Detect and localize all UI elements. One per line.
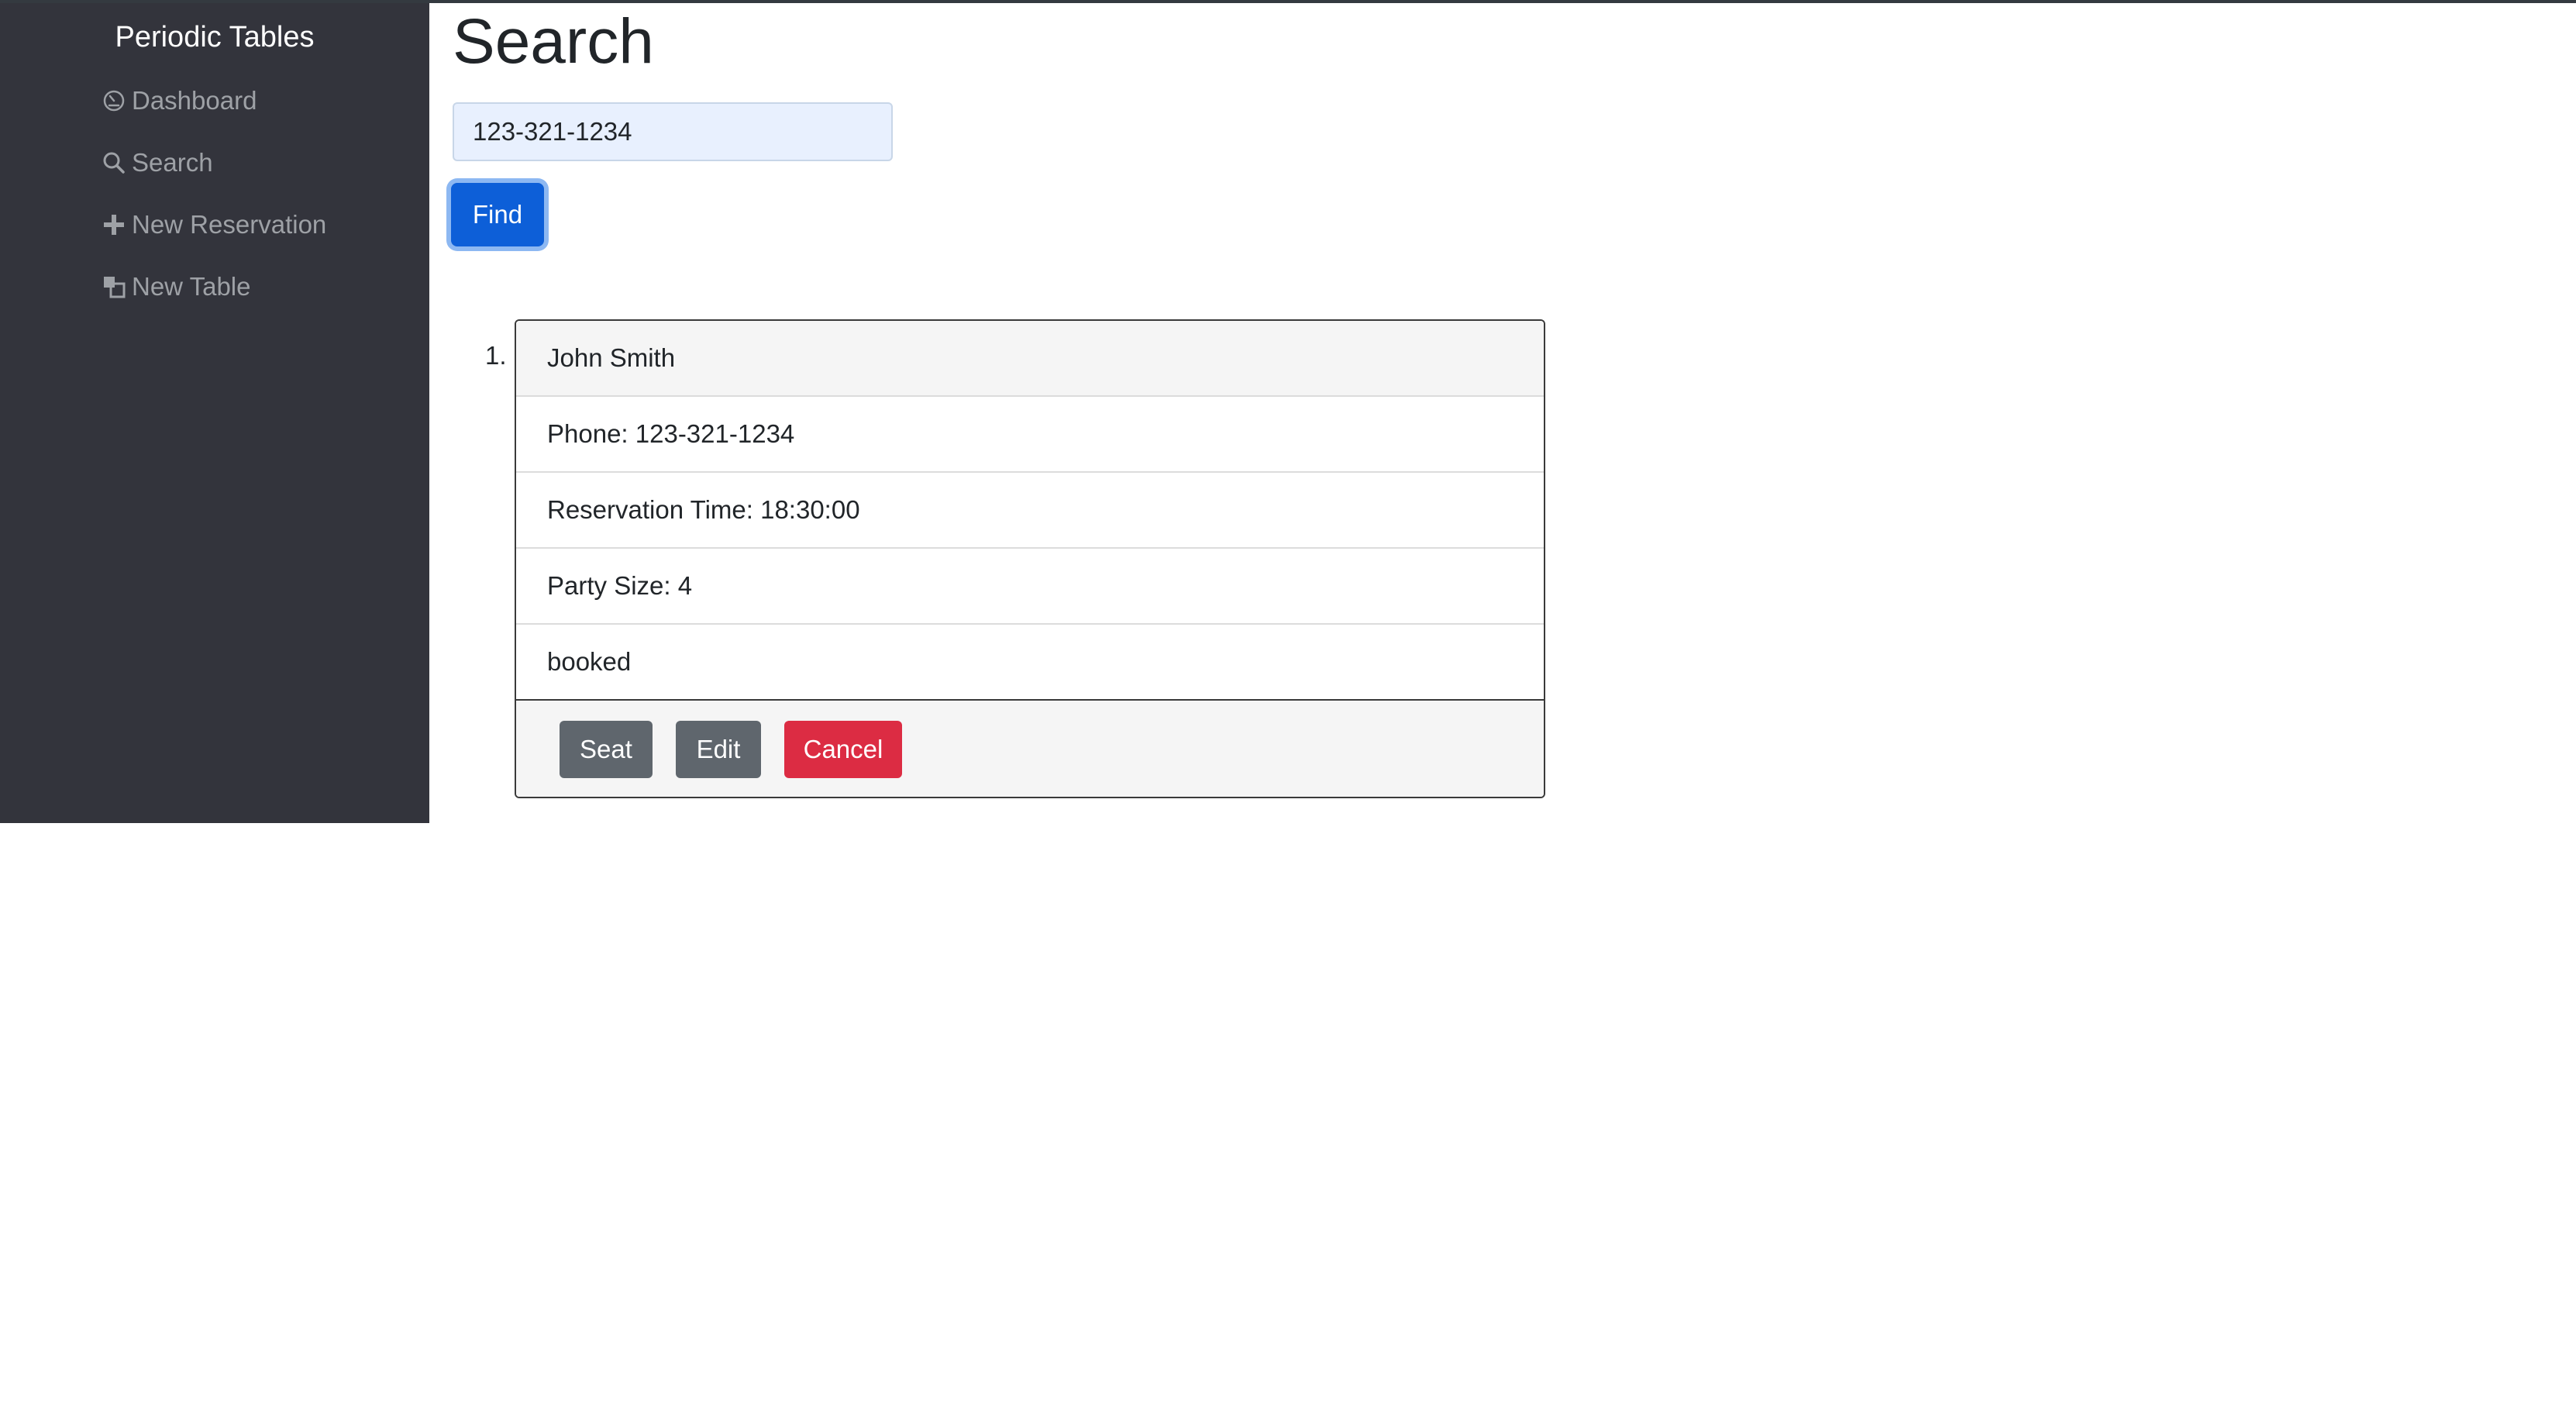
sidebar-item-label: Dashboard bbox=[132, 86, 257, 115]
reservation-name: John Smith bbox=[516, 321, 1544, 397]
new-table-icon bbox=[101, 274, 127, 300]
sidebar-item-search[interactable]: Search bbox=[101, 140, 213, 186]
find-button[interactable]: Find bbox=[451, 183, 544, 246]
sidebar-item-dashboard[interactable]: Dashboard bbox=[101, 78, 257, 124]
plus-icon bbox=[101, 212, 127, 238]
result-number: 1. bbox=[485, 341, 507, 370]
dashboard-icon bbox=[101, 88, 127, 114]
sidebar-item-new-reservation[interactable]: New Reservation bbox=[101, 202, 326, 248]
sidebar: Periodic Tables Dashboard Search New Res… bbox=[0, 3, 429, 823]
edit-button[interactable]: Edit bbox=[676, 721, 761, 778]
search-input[interactable] bbox=[453, 102, 893, 161]
reservation-time: Reservation Time: 18:30:00 bbox=[516, 473, 1544, 549]
sidebar-item-label: New Reservation bbox=[132, 210, 327, 239]
cancel-button[interactable]: Cancel bbox=[784, 721, 902, 778]
reservation-phone: Phone: 123-321-1234 bbox=[516, 397, 1544, 473]
app-brand[interactable]: Periodic Tables bbox=[0, 16, 429, 59]
reservation-actions: Seat Edit Cancel bbox=[516, 701, 1544, 797]
reservation-party-size: Party Size: 4 bbox=[516, 549, 1544, 625]
seat-button[interactable]: Seat bbox=[560, 721, 653, 778]
sidebar-item-label: New Table bbox=[132, 272, 251, 301]
sidebar-item-label: Search bbox=[132, 148, 213, 177]
reservation-status: booked bbox=[516, 625, 1544, 701]
search-icon bbox=[101, 150, 127, 176]
reservation-card: John Smith Phone: 123-321-1234 Reservati… bbox=[515, 319, 1545, 798]
page-title: Search bbox=[453, 6, 654, 77]
sidebar-item-new-table[interactable]: New Table bbox=[101, 264, 250, 310]
